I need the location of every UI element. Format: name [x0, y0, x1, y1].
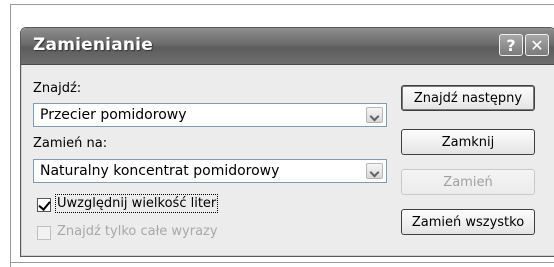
title-bar[interactable]: Zamienianie ? ✕ [21, 28, 554, 65]
find-next-button[interactable]: Znajdź następny [401, 85, 535, 111]
close-icon: ✕ [530, 35, 544, 55]
replace-dialog: Zamienianie ? ✕ Znajdź: Przecier pomidor… [20, 27, 554, 257]
page-frame-top [10, 4, 554, 5]
replace-input[interactable]: Naturalny koncentrat pomidorowy [40, 163, 279, 179]
whole-words-checkbox[interactable] [37, 226, 51, 240]
find-combobox[interactable]: Przecier pomidorowy [33, 103, 387, 127]
replace-button[interactable]: Zamień [401, 169, 535, 195]
find-dropdown-chevron-icon[interactable] [366, 107, 383, 123]
match-case-label[interactable]: Uwzględnij wielkość liter [54, 194, 219, 213]
dialog-title: Zamienianie [33, 35, 153, 55]
match-case-checkbox[interactable] [37, 198, 51, 212]
find-label: Znajdź: [33, 81, 82, 96]
page-frame-bottom [10, 262, 554, 263]
help-icon: ? [506, 35, 516, 55]
help-button[interactable]: ? [499, 34, 523, 56]
find-input[interactable]: Przecier pomidorowy [40, 107, 187, 123]
replace-dropdown-chevron-icon[interactable] [366, 163, 383, 179]
replace-all-button[interactable]: Zamień wszystko [401, 209, 535, 235]
replace-combobox[interactable]: Naturalny koncentrat pomidorowy [33, 159, 387, 183]
whole-words-label[interactable]: Znajdź tylko całe wyrazy [57, 224, 218, 239]
page-frame-left [10, 4, 11, 267]
close-button[interactable]: Zamknij [401, 129, 535, 155]
replace-label: Zamień na: [33, 136, 108, 151]
close-window-button[interactable]: ✕ [525, 34, 549, 56]
